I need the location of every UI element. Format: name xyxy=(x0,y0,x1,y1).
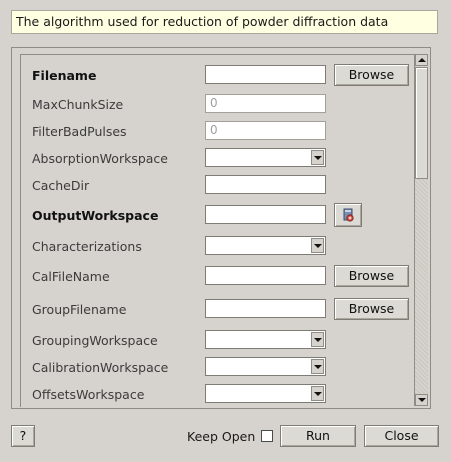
property-row-outputworkspace: OutputWorkspace xyxy=(12,203,414,228)
filterbadpulses-input[interactable]: 0 xyxy=(205,121,326,140)
help-button[interactable]: ? xyxy=(11,425,35,447)
property-row-cachedir: CacheDir xyxy=(12,174,414,198)
filename-input[interactable] xyxy=(205,65,326,84)
property-label: OffsetsWorkspace xyxy=(32,387,145,402)
absorptionworkspace-select[interactable] xyxy=(205,148,326,167)
characterizations-select[interactable] xyxy=(205,236,326,255)
property-row-filterbadpulses: FilterBadPulses 0 xyxy=(12,120,414,144)
outputworkspace-input[interactable] xyxy=(205,205,326,224)
property-row-groupingworkspace: GroupingWorkspace xyxy=(12,329,414,353)
run-button[interactable]: Run xyxy=(280,425,356,447)
property-row-calibrationworkspace: CalibrationWorkspace xyxy=(12,356,414,380)
property-label: MaxChunkSize xyxy=(32,97,124,112)
maxchunksize-input[interactable]: 0 xyxy=(205,94,326,113)
arrow-up-icon xyxy=(418,58,426,62)
property-label: OutputWorkspace xyxy=(32,208,159,223)
groupfilename-browse-button[interactable]: Browse xyxy=(334,298,409,320)
chevron-down-icon[interactable] xyxy=(311,386,324,401)
workspace-picker-icon xyxy=(343,208,354,222)
chevron-down-icon[interactable] xyxy=(311,359,324,374)
filename-browse-button[interactable]: Browse xyxy=(334,64,409,86)
chevron-down-icon[interactable] xyxy=(311,238,324,253)
scroll-down-button[interactable] xyxy=(415,394,428,406)
scrollbar-thumb[interactable] xyxy=(415,67,428,179)
property-row-absorptionworkspace: AbsorptionWorkspace xyxy=(12,147,414,171)
property-row-calfilename: CalFileName Browse xyxy=(12,265,414,289)
scroll-up-button[interactable] xyxy=(415,54,428,66)
property-label: CacheDir xyxy=(32,178,90,193)
workspace-picker-button[interactable] xyxy=(334,203,362,227)
groupfilename-input[interactable] xyxy=(205,299,326,318)
chevron-down-icon[interactable] xyxy=(311,150,324,165)
property-label: CalFileName xyxy=(32,269,110,284)
properties-panel: Filename Browse MaxChunkSize 0 FilterBad… xyxy=(11,47,431,409)
property-label: CalibrationWorkspace xyxy=(32,360,169,375)
keep-open-checkbox[interactable] xyxy=(261,430,273,442)
property-row-maxchunksize: MaxChunkSize 0 xyxy=(12,93,414,117)
property-row-filename: Filename Browse xyxy=(12,64,414,88)
property-label: FilterBadPulses xyxy=(32,124,127,139)
offsetsworkspace-select[interactable] xyxy=(205,384,326,403)
property-row-groupfilename: GroupFilename Browse xyxy=(12,298,414,322)
property-label: Filename xyxy=(32,68,97,83)
calfilename-browse-button[interactable]: Browse xyxy=(334,265,409,287)
groupingworkspace-select[interactable] xyxy=(205,330,326,349)
chevron-down-icon[interactable] xyxy=(311,332,324,347)
close-button[interactable]: Close xyxy=(364,425,439,447)
vertical-scrollbar[interactable] xyxy=(414,54,428,406)
property-label: AbsorptionWorkspace xyxy=(32,151,168,166)
arrow-down-icon xyxy=(418,398,426,402)
property-label: GroupFilename xyxy=(32,302,127,317)
property-row-offsetsworkspace: OffsetsWorkspace xyxy=(12,383,414,407)
calibrationworkspace-select[interactable] xyxy=(205,357,326,376)
property-label: GroupingWorkspace xyxy=(32,333,158,348)
algorithm-description: The algorithm used for reduction of powd… xyxy=(11,10,438,34)
calfilename-input[interactable] xyxy=(205,266,326,285)
property-row-characterizations: Characterizations xyxy=(12,235,414,259)
keep-open-label: Keep Open xyxy=(187,429,256,444)
property-label: Characterizations xyxy=(32,239,142,254)
cachedir-input[interactable] xyxy=(205,175,326,194)
